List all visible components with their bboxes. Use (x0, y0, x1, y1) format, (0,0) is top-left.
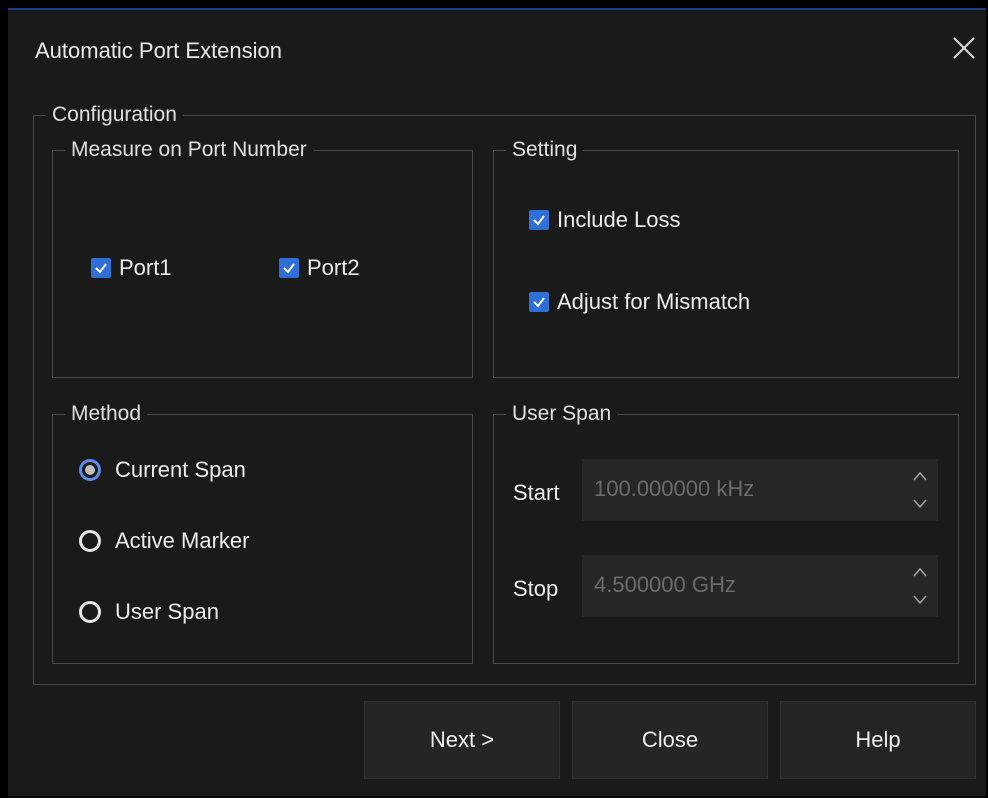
configuration-label: Configuration (46, 102, 183, 128)
stop-label: Stop (513, 576, 559, 601)
active-marker-label: Active Marker (115, 528, 250, 553)
port1-checkbox[interactable]: Port1 (91, 255, 172, 281)
stop-value: 4.500000 GHz (594, 572, 736, 597)
adjust-mismatch-label: Adjust for Mismatch (557, 289, 751, 314)
spin-down-icon[interactable] (908, 491, 932, 517)
dialog-title: Automatic Port Extension (35, 38, 283, 63)
port-extension-dialog: Automatic Port Extension Configuration M… (8, 8, 986, 796)
active-marker-radio[interactable]: Active Marker (79, 528, 249, 554)
help-button[interactable]: Help (780, 701, 976, 779)
radio-icon (79, 530, 101, 552)
port2-label: Port2 (307, 255, 360, 280)
user-span-group: User Span (493, 401, 959, 664)
user-span-label: User Span (506, 401, 618, 427)
user-span-radio[interactable]: User Span (79, 599, 219, 625)
include-loss-checkbox[interactable]: Include Loss (529, 207, 681, 233)
start-input[interactable]: 100.000000 kHz (582, 459, 938, 521)
check-icon (279, 258, 299, 278)
port1-label: Port1 (119, 255, 172, 280)
start-label: Start (513, 480, 560, 505)
setting-label: Setting (506, 137, 584, 163)
measure-port-label: Measure on Port Number (65, 137, 313, 163)
radio-selected-icon (79, 459, 101, 481)
start-value: 100.000000 kHz (594, 476, 755, 501)
port2-checkbox[interactable]: Port2 (279, 255, 360, 281)
close-icon[interactable] (950, 34, 978, 62)
include-loss-label: Include Loss (557, 207, 681, 232)
user-span-radio-label: User Span (115, 599, 219, 624)
check-icon (91, 258, 111, 278)
close-button[interactable]: Close (572, 701, 768, 779)
radio-icon (79, 601, 101, 623)
adjust-mismatch-checkbox[interactable]: Adjust for Mismatch (529, 289, 750, 315)
spin-up-icon[interactable] (908, 559, 932, 585)
spin-down-icon[interactable] (908, 587, 932, 613)
check-icon (529, 210, 549, 230)
current-span-label: Current Span (115, 457, 246, 482)
method-label: Method (65, 401, 148, 427)
setting-group: Setting (493, 137, 959, 378)
stop-input[interactable]: 4.500000 GHz (582, 555, 938, 617)
check-icon (529, 292, 549, 312)
current-span-radio[interactable]: Current Span (79, 457, 246, 483)
spin-up-icon[interactable] (908, 463, 932, 489)
next-button[interactable]: Next > (364, 701, 560, 779)
